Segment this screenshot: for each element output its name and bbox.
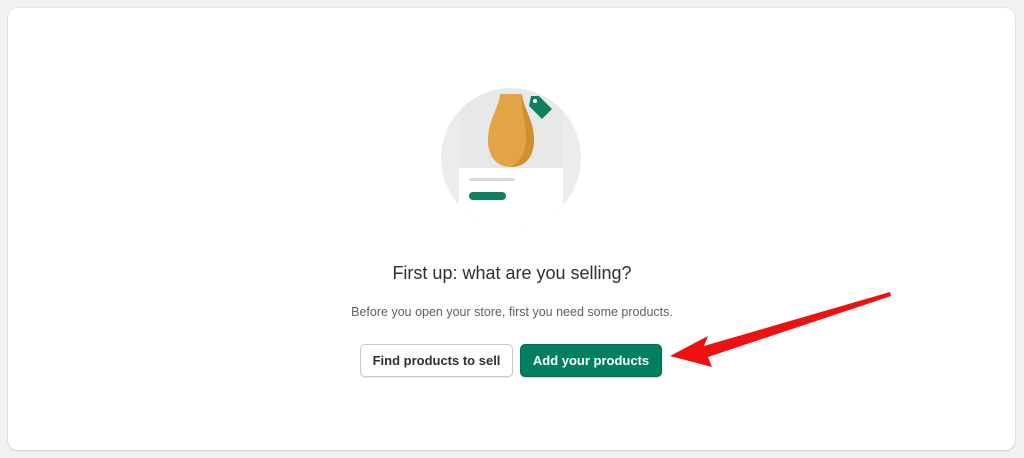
find-products-button[interactable]: Find products to sell — [360, 344, 513, 377]
product-illustration — [441, 88, 581, 228]
empty-state-title: First up: what are you selling? — [392, 263, 632, 283]
add-products-button[interactable]: Add your products — [520, 344, 662, 377]
empty-state-subtitle: Before you open your store, first you ne… — [351, 305, 673, 319]
